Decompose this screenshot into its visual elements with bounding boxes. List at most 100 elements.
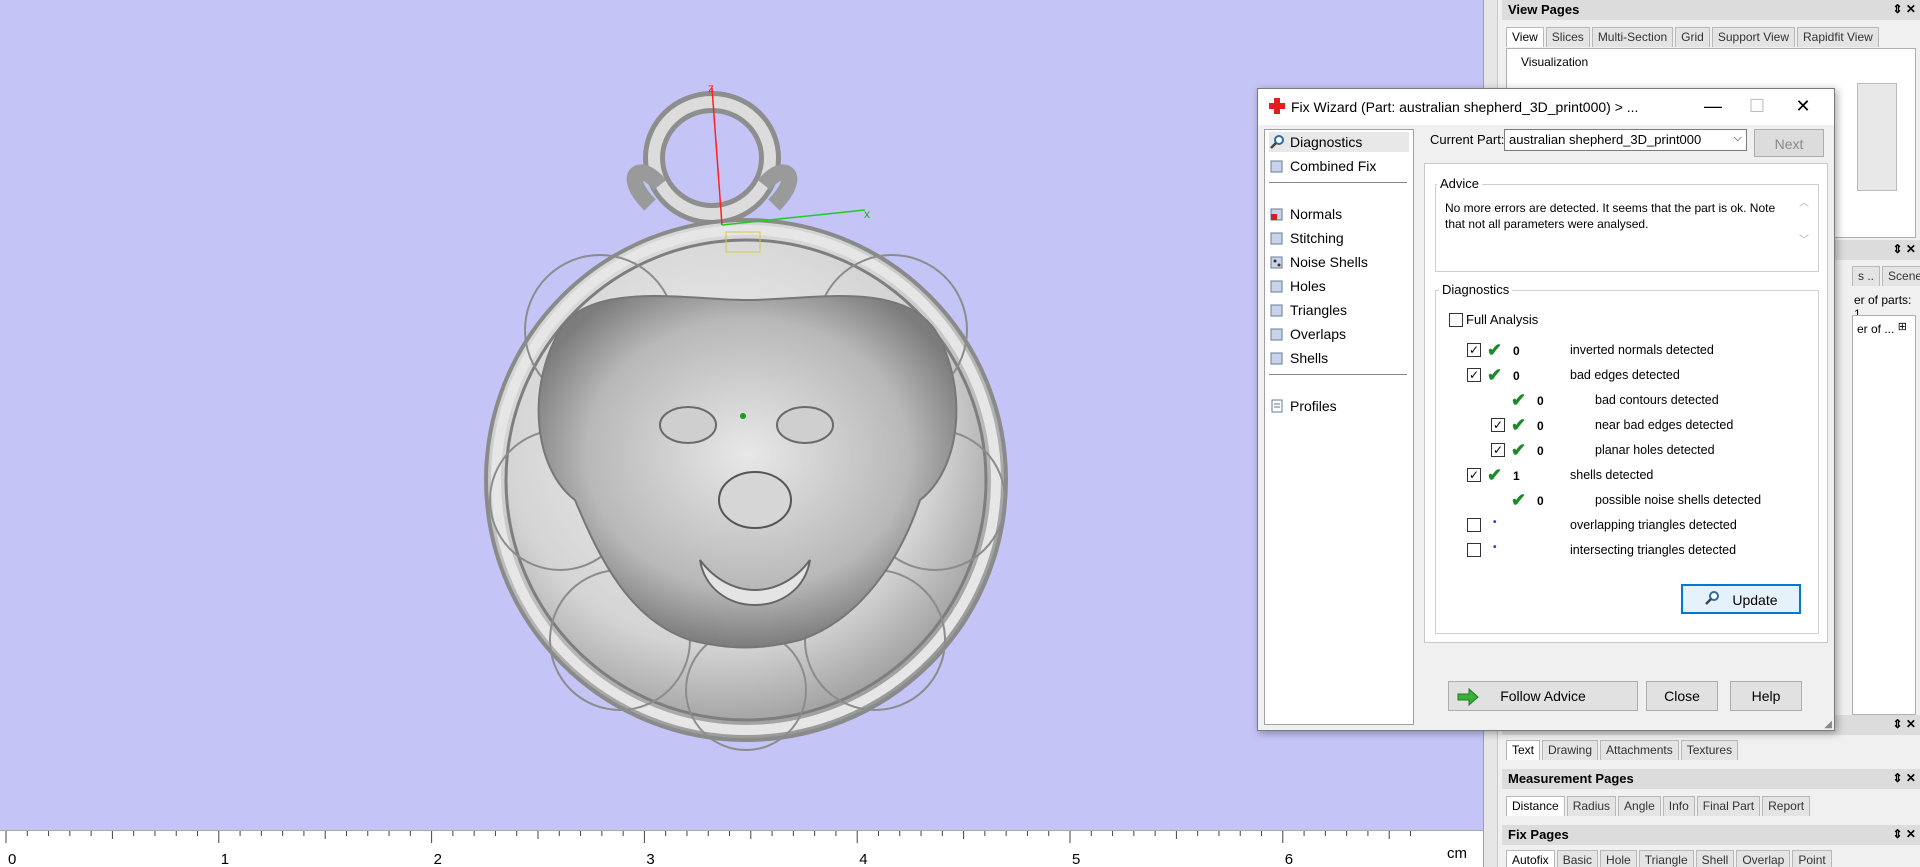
tab-textures[interactable]: Textures [1680,740,1739,760]
fix-wizard-dialog: Fix Wizard (Part: australian shepherd_3D… [1257,88,1835,731]
ruler-tick-label: 6 [1285,851,1293,867]
diagnostic-checkbox[interactable] [1467,543,1481,557]
tab-scenes[interactable]: Scenes [1882,266,1920,286]
follow-advice-button[interactable]: Follow Advice [1448,681,1638,711]
current-part-value: australian shepherd_3D_print000 [1509,132,1702,147]
nav-item-normals[interactable]: Normals [1269,204,1342,224]
tab-distance[interactable]: Distance [1506,796,1565,816]
tab-info[interactable]: Info [1662,796,1695,816]
diagnostic-checkbox[interactable]: ✓ [1467,468,1481,482]
nav-item-overlaps[interactable]: Overlaps [1269,324,1346,344]
diagnostic-checkbox[interactable]: ✓ [1491,418,1505,432]
view-pages-header: View Pages ⇕ ✕ [1502,0,1920,20]
wizard-content: Advice No more errors are detected. It s… [1424,163,1828,643]
measurement-close-icon[interactable]: ⇕ ✕ [1893,771,1916,785]
diagnostic-count: 1 [1513,469,1520,483]
diagnostic-text: intersecting triangles detected [1570,543,1737,557]
diagnostic-count: 0 [1513,369,1520,383]
check-icon: ✔ [1487,340,1503,360]
close-icon[interactable]: ✕ [1788,95,1818,119]
view-pages-tabs: View Slices Multi-Section Grid Support V… [1506,27,1920,47]
tab-angle[interactable]: Angle [1618,796,1661,816]
tab-autofix[interactable]: Autofix [1506,850,1555,867]
diagnostic-text: shells detected [1570,468,1654,482]
tab-overlap[interactable]: Overlap [1736,850,1791,867]
diagnostic-checkbox[interactable] [1467,518,1481,532]
normals-icon [1269,206,1285,222]
tab-final-part[interactable]: Final Part [1696,796,1761,816]
tab-grid[interactable]: Grid [1675,27,1710,47]
visualization-scroll[interactable] [1857,83,1897,191]
nav-label: Triangles [1290,302,1348,318]
x-axis-label: x [864,207,870,221]
tab-multi-section[interactable]: Multi-Section [1591,27,1674,47]
dialog-titlebar[interactable]: Fix Wizard (Part: australian shepherd_3D… [1258,89,1834,125]
close-button[interactable]: Close [1646,681,1718,711]
nav-label: Stitching [1290,230,1344,246]
nav-label: Shells [1290,350,1329,366]
next-button[interactable]: Next [1754,129,1824,157]
list-options-icon[interactable]: ⊞ [1898,320,1907,333]
maximize-icon: ☐ [1748,96,1766,116]
tab-slices[interactable]: Slices [1545,27,1590,47]
tab-support-view[interactable]: Support View [1711,27,1795,47]
wizard-nav: Diagnostics Combined Fix Normals Stitchi… [1264,129,1414,725]
parts-list[interactable]: er of ... ⊞ [1852,315,1916,715]
nav-item-holes[interactable]: Holes [1269,276,1326,296]
nav-item-shells[interactable]: Shells [1269,348,1328,368]
nav-label: Combined Fix [1290,158,1377,174]
ruler-unit: cm [1447,845,1467,862]
nav-item-noise-shells[interactable]: Noise Shells [1269,252,1368,272]
nav-item-stitching[interactable]: Stitching [1269,228,1344,248]
update-button[interactable]: Update [1681,584,1801,614]
nav-label: Noise Shells [1290,254,1368,270]
tab-drawing[interactable]: Drawing [1542,740,1599,760]
visualization-label: Visualization [1521,55,1589,69]
shells-icon [1269,350,1285,366]
diagnostic-checkbox[interactable]: ✓ [1467,343,1481,357]
tab-triangle[interactable]: Triangle [1638,850,1694,867]
resize-grip-icon[interactable]: ◢ [1824,719,1832,730]
nav-item-profiles[interactable]: Profiles [1269,396,1337,416]
nav-item-combined-fix[interactable]: Combined Fix [1269,156,1376,176]
diagnostic-checkbox[interactable]: ✓ [1491,443,1505,457]
tab-report[interactable]: Report [1762,796,1811,816]
tab-view[interactable]: View [1506,27,1544,47]
ruler-tick-label: 5 [1072,851,1080,867]
parts-panel-close-icon[interactable]: ⇕ ✕ [1893,242,1916,256]
update-label: Update [1732,592,1778,608]
panel-close-icon[interactable]: ⇕ ✕ [1893,2,1916,16]
nav-item-diagnostics[interactable]: Diagnostics [1269,132,1409,152]
full-analysis-checkbox[interactable] [1449,313,1463,327]
drawing-panel-close-icon[interactable]: ⇕ ✕ [1893,717,1916,731]
tab-radius[interactable]: Radius [1566,796,1617,816]
advice-label: Advice [1437,176,1483,191]
fix-pages-header: Fix Pages ⇕ ✕ [1502,825,1920,845]
tab-shell[interactable]: Shell [1695,850,1735,867]
tab-basic[interactable]: Basic [1556,850,1599,867]
diagnostic-text: planar holes detected [1595,443,1715,457]
ruler-ticks: 0 1 2 3 4 5 6 cm [5,831,1467,867]
minimize-icon[interactable]: — [1698,95,1728,119]
magnifier-icon [1269,134,1285,150]
full-analysis-label: Full Analysis [1466,312,1539,327]
diagnostic-checkbox[interactable]: ✓ [1467,368,1481,382]
fix-pages-close-icon[interactable]: ⇕ ✕ [1893,827,1916,841]
arrow-right-icon [1457,687,1479,715]
help-button[interactable]: Help [1730,681,1802,711]
nav-item-triangles[interactable]: Triangles [1269,300,1347,320]
tab-text[interactable]: Text [1506,740,1541,760]
tab-attachments[interactable]: Attachments [1600,740,1679,760]
tab-point[interactable]: Point [1792,850,1832,867]
ruler-tick-label: 2 [434,851,442,867]
wizard-main: Current Part: australian shepherd_3D_pri… [1418,129,1828,725]
diagnostics-label: Diagnostics [1439,282,1513,297]
tab-hole[interactable]: Hole [1600,850,1637,867]
current-part-select[interactable]: australian shepherd_3D_print000 ⌵ [1504,129,1747,151]
tab-parts-partial[interactable]: s .. [1852,266,1881,286]
tab-rapidfit-view[interactable]: Rapidfit View [1797,27,1879,47]
check-icon: ✔ [1511,415,1527,435]
chevron-down-icon: ⌵ [1733,132,1742,144]
measurement-tabs: Distance Radius Angle Info Final Part Re… [1506,796,1920,816]
advice-scrollbar[interactable]: ︿ ﹀ [1795,194,1813,264]
